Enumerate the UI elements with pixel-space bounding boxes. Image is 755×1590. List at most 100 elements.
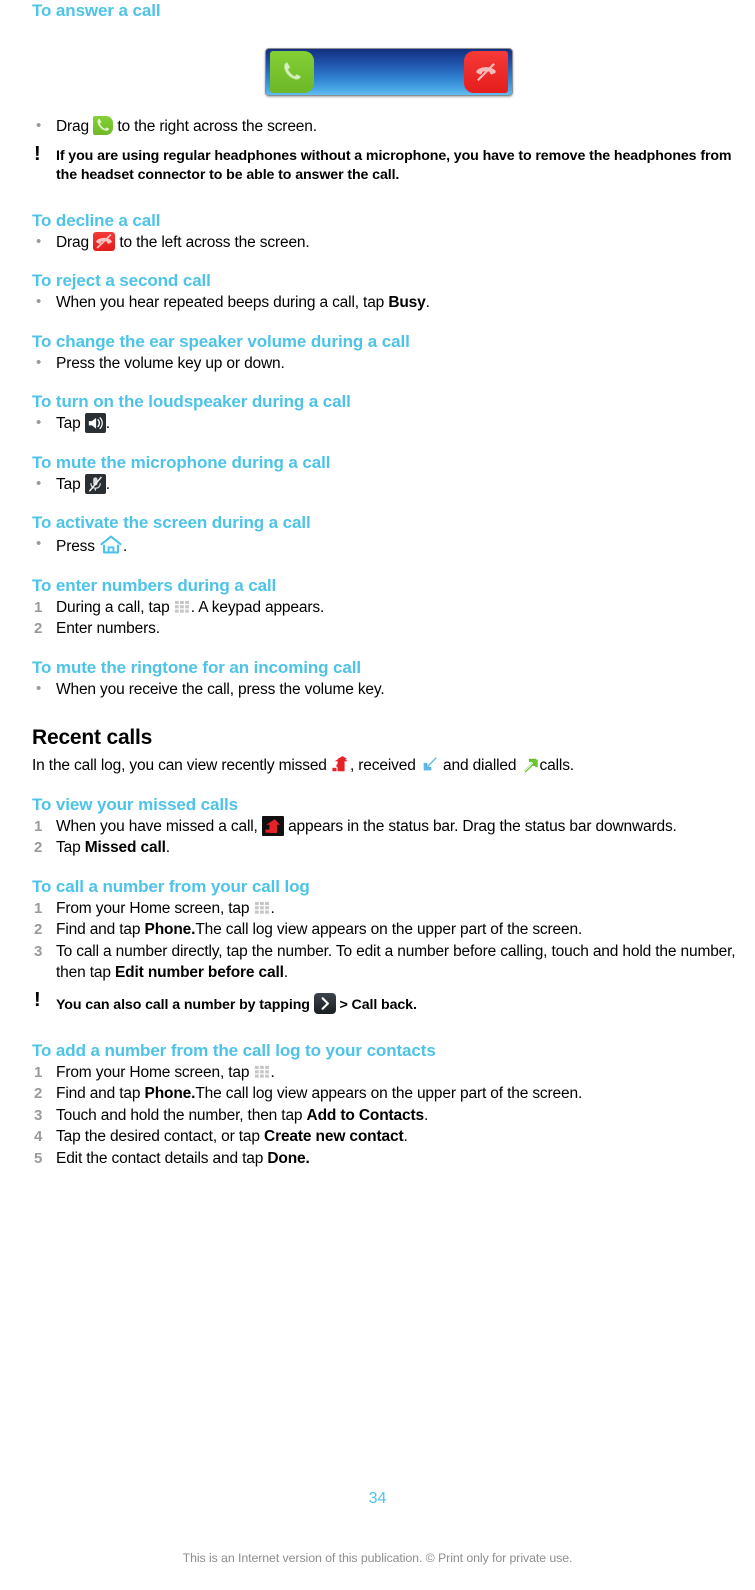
step-number: 2 — [34, 921, 43, 938]
note-text-b: > Call back. — [339, 996, 417, 1013]
received-call-arrow-icon — [420, 755, 439, 774]
heading-view-missed-calls: To view your missed calls — [32, 794, 238, 814]
step-text-a: When you have missed a call, — [56, 817, 258, 835]
incoming-call-screen-illustration — [32, 48, 745, 96]
bullet-press-home: Press . — [32, 533, 745, 558]
step-text-after: . — [270, 1063, 275, 1081]
step-text-bold: Done. — [267, 1149, 310, 1167]
step-item: 2 Tap Missed call. — [32, 837, 745, 859]
step-text-c: . — [165, 839, 170, 856]
green-answer-call-icon — [93, 116, 114, 135]
step-text-bold: Add to Contacts — [306, 1106, 425, 1124]
bullet-text-before: Tap — [56, 415, 81, 432]
keypad-grid-icon — [254, 1064, 271, 1081]
missed-call-status-bar-icon — [261, 815, 284, 836]
step-text-bold: Missed call — [84, 839, 166, 856]
heading-recent-calls: Recent calls — [32, 726, 153, 749]
step-text-after: . — [270, 899, 275, 917]
step-text-before: From your Home screen, tap — [56, 1063, 250, 1081]
step-number: 1 — [34, 817, 43, 835]
step-item: 3 To call a number directly, tap the numb… — [32, 941, 745, 984]
step-number: 2 — [34, 620, 43, 637]
step-item: 1 From your Home screen, tap . — [32, 898, 745, 920]
step-text-a: Tap — [56, 839, 85, 856]
heading-mute-ringtone: To mute the ringtone for an incoming cal… — [32, 657, 361, 677]
note-call-back: ! You can also call a number by tapping … — [32, 990, 745, 1015]
bullet-text-before: Tap — [56, 475, 81, 493]
step-item: 2 Find and tap Phone.The call log view ap… — [32, 919, 745, 941]
intro-text-d: calls. — [539, 757, 575, 774]
step-text-b: appears in the status bar. Drag the stat… — [288, 817, 677, 835]
step-number: 2 — [34, 839, 43, 856]
bullet-tap-mute-mic: Tap . — [32, 473, 745, 496]
bullet-tap-loudspeaker: Tap . — [32, 412, 745, 435]
bullet-text-after: to the left across the screen. — [119, 233, 310, 251]
step-text-before: During a call, tap — [56, 598, 170, 616]
bullet-text-before: Drag — [56, 118, 89, 135]
heading-answer-a-call: To answer a call — [32, 1, 161, 20]
heading-ear-speaker-volume: To change the ear speaker volume during … — [32, 331, 410, 351]
mute-ringtone-bullets: When you receive the call, press the vol… — [32, 678, 745, 701]
step-number: 1 — [34, 899, 43, 917]
step-item: 3 Touch and hold the number, then tap Add… — [32, 1105, 745, 1127]
heading-turn-on-loudspeaker: To turn on the loudspeaker during a call — [32, 392, 351, 411]
reject-second-call-bullets: When you hear repeated beeps during a ca… — [32, 291, 745, 314]
enter-numbers-steps: 1 During a call, tap . A keypad appears.… — [32, 597, 745, 640]
exclamation-icon: ! — [34, 142, 41, 165]
mute-microphone-bullets: Tap . — [32, 473, 745, 496]
step-text-bold: Phone. — [144, 1085, 196, 1102]
step-text-a: Find and tap — [56, 1085, 145, 1102]
decline-call-button[interactable] — [463, 51, 508, 93]
step-number: 3 — [34, 1106, 43, 1124]
heading-enter-numbers: To enter numbers during a call — [32, 575, 277, 595]
bullet-drag-answer: Drag to the right across the screen. — [32, 115, 745, 138]
intro-text-c: and dialled — [443, 757, 517, 774]
step-item: 1 During a call, tap . A keypad appears. — [32, 597, 745, 619]
step-text-a: Touch and hold the number, then tap — [56, 1106, 307, 1124]
step-item: 1 When you have missed a call, appears i… — [32, 815, 745, 838]
intro-text-a: In the call log, you can view recently m… — [32, 757, 327, 774]
step-text-bold: Phone. — [144, 921, 196, 938]
step-number: 5 — [34, 1149, 43, 1167]
heading-decline-a-call: To decline a call — [32, 210, 161, 230]
intro-text-b: , received — [349, 757, 416, 774]
step-text-c: . — [423, 1106, 429, 1124]
answer-call-bullets: Drag to the right across the screen. — [32, 115, 745, 138]
keypad-grid-icon — [254, 900, 271, 917]
answer-call-button[interactable] — [269, 51, 314, 93]
step-text-a: Find and tap — [56, 921, 145, 938]
copyright-notice: This is an Internet version of this publ… — [182, 1551, 573, 1565]
step-text-a: Tap the desired contact, or tap — [56, 1128, 265, 1145]
mute-microphone-icon — [84, 473, 106, 494]
bullet-text-after: to the right across the screen. — [117, 118, 317, 135]
step-text-bold: Create new contact — [264, 1128, 404, 1145]
chevron-right-icon — [313, 992, 336, 1014]
activate-screen-bullets: Press . — [32, 533, 745, 558]
step-number: 1 — [34, 598, 43, 616]
step-text-before: From your Home screen, tap — [56, 899, 250, 917]
step-text-c: . — [403, 1128, 408, 1145]
step-item: 2 Enter numbers. — [32, 618, 745, 640]
step-item: 4 Tap the desired contact, or tap Create … — [32, 1126, 745, 1148]
step-text-c: The call log view appears on the upper p… — [195, 921, 583, 938]
bullet-mute-ringtone: When you receive the call, press the vol… — [32, 678, 745, 701]
step-text-a: Edit the contact details and tap — [56, 1149, 268, 1167]
bullet-text-bold: Busy — [388, 294, 426, 311]
page-number: 34 — [368, 1490, 387, 1507]
home-icon — [99, 534, 123, 555]
step-number: 3 — [34, 942, 43, 960]
call-number-from-log-steps: 1 From your Home screen, tap . 2 Find and… — [32, 898, 745, 984]
bullet-text-after: . — [123, 538, 128, 555]
note-text-a: You can also call a number by tapping — [56, 996, 310, 1013]
loudspeaker-bullets: Tap . — [32, 412, 745, 435]
step-number: 1 — [34, 1063, 43, 1081]
step-item: 1 From your Home screen, tap . — [32, 1062, 745, 1084]
dialled-call-arrow-icon — [521, 755, 540, 774]
heading-mute-microphone: To mute the microphone during a call — [32, 452, 331, 472]
bullet-text-after: . — [105, 415, 110, 432]
loudspeaker-icon — [84, 413, 106, 433]
incoming-call-bar — [264, 48, 513, 96]
bullet-text-before: Drag — [56, 233, 89, 251]
red-decline-call-icon — [93, 231, 116, 251]
bullet-drag-decline: Drag to the left across the screen. — [32, 231, 745, 254]
